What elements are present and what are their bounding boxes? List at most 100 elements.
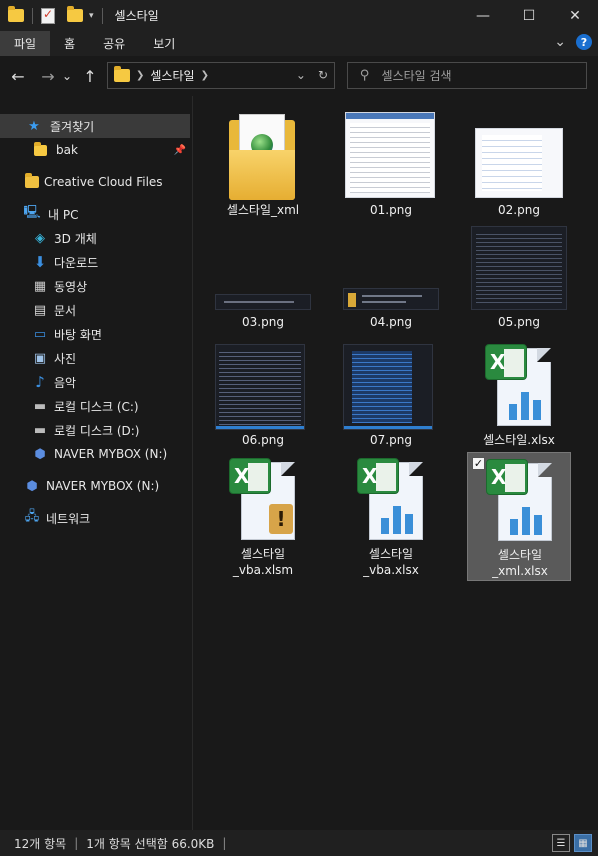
file-item[interactable]: X 셀스타일.xlsx <box>467 340 571 452</box>
navigation-pane: ★ 즐겨찾기 bak 📌 Creative Cloud Files 🖳 내 PC… <box>0 96 192 830</box>
selection-info: 1개 항목 선택함 66.0KB <box>86 836 215 851</box>
sidebar-item-favorites[interactable]: ★ 즐겨찾기 <box>0 114 190 138</box>
tab-share[interactable]: 공유 <box>89 31 139 56</box>
close-button[interactable]: ✕ <box>552 0 598 31</box>
file-name: 셀스타일 _xml.xlsx <box>492 548 548 578</box>
download-icon: ⬇ <box>33 253 47 271</box>
chevron-right-icon[interactable]: ❯ <box>201 70 209 81</box>
sidebar-item-label: 문서 <box>54 303 77 318</box>
sidebar-item-desktop[interactable]: ▭ 바탕 화면 <box>0 322 190 346</box>
excel-macro-file-icon: X ! <box>229 458 297 542</box>
sidebar-item-music[interactable]: ♪ 음악 <box>0 370 190 394</box>
file-item[interactable]: 06.png <box>211 340 315 452</box>
sidebar-item-creative-cloud[interactable]: Creative Cloud Files <box>0 170 190 194</box>
file-name: 03.png <box>242 315 284 329</box>
file-name: 04.png <box>370 315 412 329</box>
creative-cloud-icon <box>24 173 40 190</box>
video-icon: ▦ <box>33 278 47 294</box>
sidebar-item-label: 바탕 화면 <box>54 327 102 342</box>
forward-button[interactable]: → <box>36 67 60 86</box>
sidebar-item-mybox-pc[interactable]: ⬢ NAVER MYBOX (N:) <box>0 442 190 466</box>
navigation-bar: ← → ⌄ ↑ ❯ 셀스타일 ❯ ⌄ ↻ ⚲ 셀스타일 검색 <box>0 56 598 96</box>
drive-icon: ▬ <box>33 398 47 414</box>
status-separator: | <box>222 836 227 850</box>
large-icons-view-icon[interactable]: ▦ <box>574 834 592 852</box>
tab-view[interactable]: 보기 <box>139 31 189 56</box>
up-button[interactable]: ↑ <box>78 67 102 86</box>
file-name: 셀스타일 _vba.xlsx <box>363 547 419 577</box>
window-title: 셀스타일 <box>114 9 159 23</box>
file-name: 02.png <box>498 203 540 217</box>
tab-home[interactable]: 홈 <box>50 31 89 56</box>
picture-icon: ▣ <box>33 350 47 366</box>
sidebar-item-label: 다운로드 <box>54 255 99 270</box>
pin-icon[interactable]: 📌 <box>174 145 186 156</box>
sidebar-item-drive-c[interactable]: ▬ 로컬 디스크 (C:) <box>0 394 190 418</box>
sidebar-item-documents[interactable]: ▤ 문서 <box>0 298 190 322</box>
file-item[interactable]: X 셀스타일 _vba.xlsx <box>339 454 443 582</box>
file-item[interactable]: 03.png <box>211 226 315 336</box>
address-dropdown-button[interactable]: ⌄ <box>296 68 306 82</box>
image-thumbnail <box>215 294 311 310</box>
file-item[interactable]: 02.png <box>467 110 571 222</box>
file-name: 셀스타일_xml <box>226 203 300 217</box>
ribbon-tabs: 파일 홈 공유 보기 ⌄ ? <box>0 31 598 56</box>
sidebar-item-mybox[interactable]: ⬢ NAVER MYBOX (N:) <box>0 474 190 498</box>
file-item[interactable]: X ! 셀스타일 _vba.xlsm <box>211 454 315 582</box>
sidebar-item-3d-objects[interactable]: ◈ 3D 개체 <box>0 226 190 250</box>
file-item[interactable]: 셀스타일_xml <box>211 110 315 222</box>
new-folder-icon[interactable] <box>67 6 83 22</box>
file-item-selected[interactable]: ✓ X 셀스타일 _xml.xlsx <box>467 452 571 581</box>
recent-locations-button[interactable]: ⌄ <box>60 69 74 83</box>
status-separator: | <box>74 836 79 850</box>
customize-toolbar-icon[interactable]: ▾ <box>89 11 94 21</box>
file-item[interactable]: 05.png <box>467 226 571 336</box>
back-button[interactable]: ← <box>6 67 30 86</box>
folder-icon <box>114 66 130 82</box>
desktop-icon: ▭ <box>33 326 47 342</box>
sidebar-item-network[interactable]: 🖧 네트워크 <box>0 506 190 530</box>
folder-icon <box>229 114 295 200</box>
expand-ribbon-icon[interactable]: ⌄ <box>554 34 566 50</box>
search-input[interactable]: ⚲ 셀스타일 검색 <box>347 62 587 89</box>
image-thumbnail <box>471 226 567 310</box>
sidebar-item-label: NAVER MYBOX (N:) <box>46 479 160 493</box>
sidebar-item-label: 로컬 디스크 (D:) <box>54 423 140 438</box>
quick-access-toolbar: ▾ <box>8 6 107 24</box>
chevron-right-icon[interactable]: ❯ <box>136 70 144 81</box>
sidebar-item-this-pc[interactable]: 🖳 내 PC <box>0 202 190 226</box>
file-name: 07.png <box>370 433 412 447</box>
properties-icon[interactable] <box>41 7 55 24</box>
network-icon: 🖧 <box>24 509 40 524</box>
sidebar-item-label: NAVER MYBOX (N:) <box>54 447 168 461</box>
maximize-button[interactable]: ☐ <box>506 0 552 31</box>
sidebar-item-pictures[interactable]: ▣ 사진 <box>0 346 190 370</box>
mybox-icon: ⬢ <box>26 478 38 494</box>
sidebar-item-drive-d[interactable]: ▬ 로컬 디스크 (D:) <box>0 418 190 442</box>
file-item[interactable]: 07.png <box>339 340 443 452</box>
tab-file[interactable]: 파일 <box>0 31 51 56</box>
refresh-button[interactable]: ↻ <box>318 68 328 82</box>
sidebar-item-bak[interactable]: bak 📌 <box>0 138 190 162</box>
pc-icon: 🖳 <box>23 205 41 220</box>
file-item[interactable]: 04.png <box>339 226 443 336</box>
sidebar-item-videos[interactable]: ▦ 동영상 <box>0 274 190 298</box>
minimize-button[interactable]: — <box>460 0 506 31</box>
sidebar-item-label: 네트워크 <box>46 511 91 526</box>
selection-checkbox[interactable]: ✓ <box>472 457 485 470</box>
help-icon[interactable]: ? <box>576 34 592 50</box>
cube-icon: ◈ <box>35 230 45 246</box>
folder-icon <box>8 6 24 22</box>
excel-file-icon: X <box>357 458 425 542</box>
folder-icon <box>32 141 48 158</box>
sidebar-item-label: Creative Cloud Files <box>44 175 163 189</box>
breadcrumb-current[interactable]: 셀스타일 <box>150 67 194 84</box>
file-item[interactable]: 01.png <box>339 110 443 222</box>
mybox-icon: ⬢ <box>34 446 46 462</box>
address-bar[interactable]: ❯ 셀스타일 ❯ ⌄ ↻ <box>107 62 335 89</box>
sidebar-item-downloads[interactable]: ⬇ 다운로드 <box>0 250 190 274</box>
sidebar-item-label: 동영상 <box>54 279 88 294</box>
details-view-icon[interactable]: ☰ <box>552 834 570 852</box>
sidebar-item-label: 로컬 디스크 (C:) <box>54 399 139 414</box>
status-bar: 12개 항목 | 1개 항목 선택함 66.0KB | ☰ ▦ <box>0 830 598 856</box>
